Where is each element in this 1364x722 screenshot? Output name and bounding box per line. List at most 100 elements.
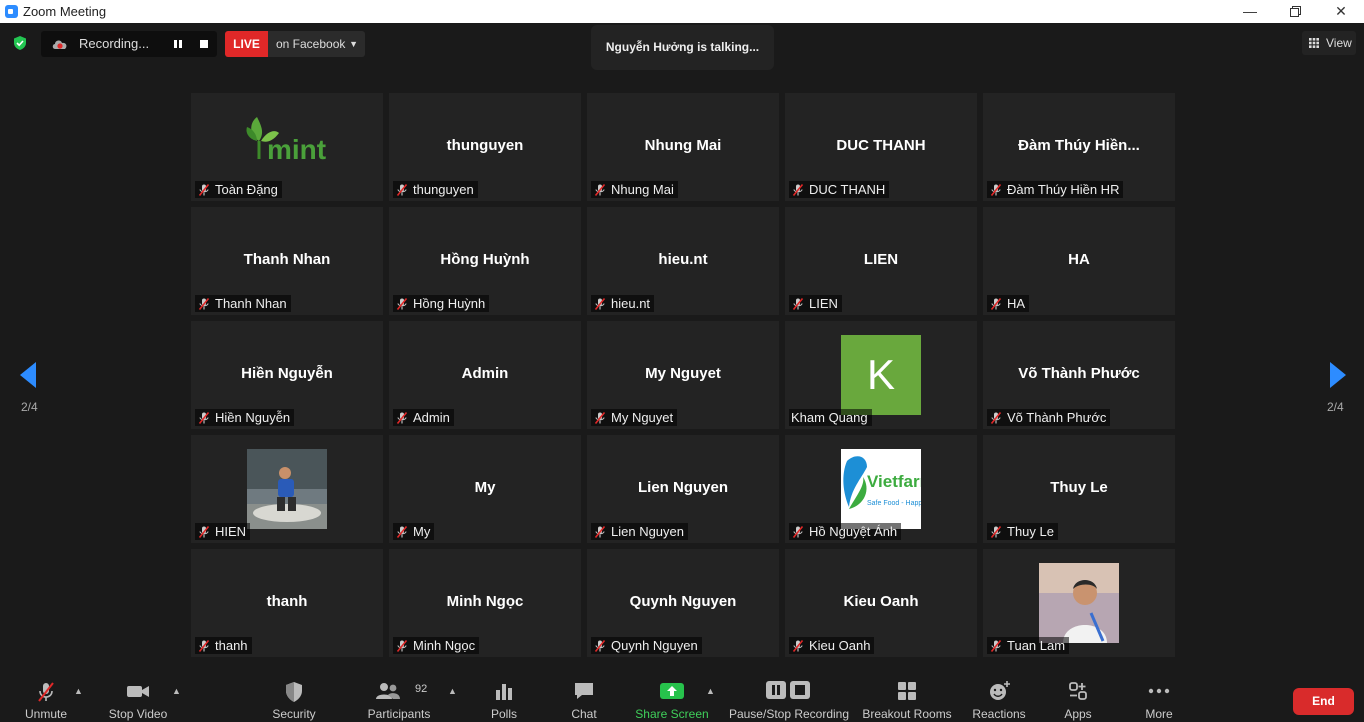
more-dots-icon	[1148, 688, 1170, 694]
participants-button[interactable]: 92 Participants	[366, 672, 432, 722]
security-button[interactable]: Security	[266, 672, 322, 722]
participant-tile[interactable]: hieu.nt hieu.nt	[587, 207, 779, 315]
participant-name-tag: Võ Thành Phước	[987, 409, 1111, 426]
participant-tile[interactable]: K Kham Quang	[785, 321, 977, 429]
participant-display-name: DUC THANH	[836, 137, 926, 154]
participant-name: Kham Quang	[791, 410, 868, 425]
participant-tile[interactable]: mint Toàn Đặng	[191, 93, 383, 201]
page-indicator-right: 2/4	[1327, 400, 1344, 414]
muted-microphone-icon	[594, 411, 606, 424]
video-options-button[interactable]: ▲	[170, 672, 182, 722]
muted-microphone-icon	[396, 183, 408, 196]
participant-name-tag: Kham Quang	[789, 409, 872, 426]
participant-display-name: Đàm Thúy Hiền...	[1018, 137, 1140, 154]
participant-name-tag: LIEN	[789, 295, 842, 312]
participant-name: Hồ Nguyệt Ánh	[809, 524, 898, 539]
participant-name-tag: Hồ Nguyệt Ánh	[789, 523, 902, 540]
participant-name: Lien Nguyen	[611, 524, 684, 539]
apps-button[interactable]: Apps	[1058, 672, 1098, 722]
muted-microphone-icon	[990, 525, 1002, 538]
recording-indicator: Recording...	[41, 31, 217, 57]
next-page-arrow-icon[interactable]	[1330, 362, 1346, 388]
pause-recording-icon[interactable]	[171, 37, 185, 51]
reactions-smiley-icon	[990, 681, 1010, 700]
participant-tile[interactable]: Quynh Nguyen Quynh Nguyen	[587, 549, 779, 657]
active-speaker-banner: Nguyễn Hưởng is talking...	[591, 25, 774, 70]
meeting-toolbar: Unmute ▲ Stop Video ▲ Security 92 Partic…	[0, 672, 1364, 722]
video-camera-icon	[127, 686, 149, 697]
end-meeting-button[interactable]: End	[1293, 688, 1354, 715]
participant-display-name: thanh	[266, 593, 308, 610]
participant-tile[interactable]: LIEN LIEN	[785, 207, 977, 315]
maximize-button[interactable]	[1272, 0, 1318, 23]
chat-button[interactable]: Chat	[564, 672, 604, 722]
grid-view-icon	[1309, 38, 1319, 48]
participant-tile[interactable]: Hồng Huỳnh Hồng Huỳnh	[389, 207, 581, 315]
share-screen-label: Share Screen	[635, 707, 709, 721]
participant-name: Đàm Thúy Hiền HR	[1007, 182, 1120, 197]
window-titlebar: Zoom Meeting — ✕	[0, 0, 1364, 23]
participant-display-name: My Nguyet	[645, 365, 721, 382]
participant-tile[interactable]: Tuan Lam	[983, 549, 1175, 657]
participant-tile[interactable]: Võ Thành Phước Võ Thành Phước	[983, 321, 1175, 429]
participant-display-name: LIEN	[863, 251, 899, 268]
participant-tile[interactable]: Kieu Oanh Kieu Oanh	[785, 549, 977, 657]
unmute-button[interactable]: Unmute	[18, 672, 74, 722]
participant-tile[interactable]: My My	[389, 435, 581, 543]
participant-name-tag: Admin	[393, 409, 454, 426]
participant-name: My	[413, 524, 431, 539]
participant-tile[interactable]: Vietfarm Safe Food - Happy Life Hồ Nguyệt …	[785, 435, 977, 543]
reactions-button[interactable]: Reactions	[970, 672, 1028, 722]
participant-tile[interactable]: thunguyen thunguyen	[389, 93, 581, 201]
participant-tile[interactable]: Nhung Mai Nhung Mai	[587, 93, 779, 201]
apps-label: Apps	[1064, 707, 1092, 721]
participant-tile[interactable]: Hiền Nguyễn Hiền Nguyễn	[191, 321, 383, 429]
participant-tile[interactable]: DUC THANH DUC THANH	[785, 93, 977, 201]
participant-tile[interactable]: thanh thanh	[191, 549, 383, 657]
participant-tile[interactable]: Minh Ngọc Minh Ngọc	[389, 549, 581, 657]
stop-recording-icon[interactable]	[197, 37, 211, 51]
participant-name-tag: Lien Nguyen	[591, 523, 688, 540]
participant-tile[interactable]: Admin Admin	[389, 321, 581, 429]
minimize-button[interactable]: —	[1227, 0, 1273, 23]
participant-tile[interactable]: Lien Nguyen Lien Nguyen	[587, 435, 779, 543]
participant-tile[interactable]: Thanh Nhan Thanh Nhan	[191, 207, 383, 315]
participant-name: Minh Ngọc	[413, 638, 476, 653]
stop-video-label: Stop Video	[108, 707, 168, 721]
participants-options-button[interactable]: ▲	[446, 672, 458, 722]
previous-page-arrow-icon[interactable]	[20, 362, 36, 388]
participant-tile[interactable]: My Nguyet My Nguyet	[587, 321, 779, 429]
participant-name-tag: Hồng Huỳnh	[393, 295, 490, 312]
stop-video-button[interactable]: Stop Video	[104, 672, 172, 722]
more-button[interactable]: More	[1138, 672, 1180, 722]
participant-name: Hồng Huỳnh	[413, 296, 486, 311]
participant-name: Tuan Lam	[1007, 638, 1066, 653]
share-screen-button[interactable]: Share Screen	[634, 672, 710, 722]
muted-microphone-icon	[792, 525, 804, 538]
live-target-dropdown[interactable]: on Facebook ▼	[268, 31, 365, 57]
share-options-button[interactable]: ▲	[704, 672, 716, 722]
polls-button[interactable]: Polls	[484, 672, 524, 722]
participant-name: Thanh Nhan	[215, 296, 287, 311]
participant-tile[interactable]: HA HA	[983, 207, 1175, 315]
muted-microphone-icon	[594, 297, 606, 310]
muted-microphone-icon	[792, 297, 804, 310]
more-label: More	[1145, 707, 1173, 721]
pause-stop-recording-button[interactable]: Pause/Stop Recording	[728, 672, 850, 722]
breakout-rooms-button[interactable]: Breakout Rooms	[862, 672, 952, 722]
audio-options-button[interactable]: ▲	[72, 672, 84, 722]
participant-photo-image	[247, 449, 327, 529]
participant-name-tag: Quynh Nguyen	[591, 637, 702, 654]
close-window-button[interactable]: ✕	[1318, 0, 1364, 23]
participant-tile[interactable]: Thuy Le Thuy Le	[983, 435, 1175, 543]
muted-microphone-icon	[396, 297, 408, 310]
encryption-shield-icon[interactable]	[12, 35, 28, 51]
participant-name-tag: Minh Ngọc	[393, 637, 480, 654]
view-button[interactable]: View	[1302, 31, 1356, 55]
live-target-label: on Facebook	[276, 37, 346, 51]
participant-name: HA	[1007, 296, 1026, 311]
polls-label: Polls	[490, 707, 517, 721]
apps-icon	[1069, 682, 1087, 700]
participant-tile[interactable]: HIEN	[191, 435, 383, 543]
participant-tile[interactable]: Đàm Thúy Hiền... Đàm Thúy Hiền HR	[983, 93, 1175, 201]
